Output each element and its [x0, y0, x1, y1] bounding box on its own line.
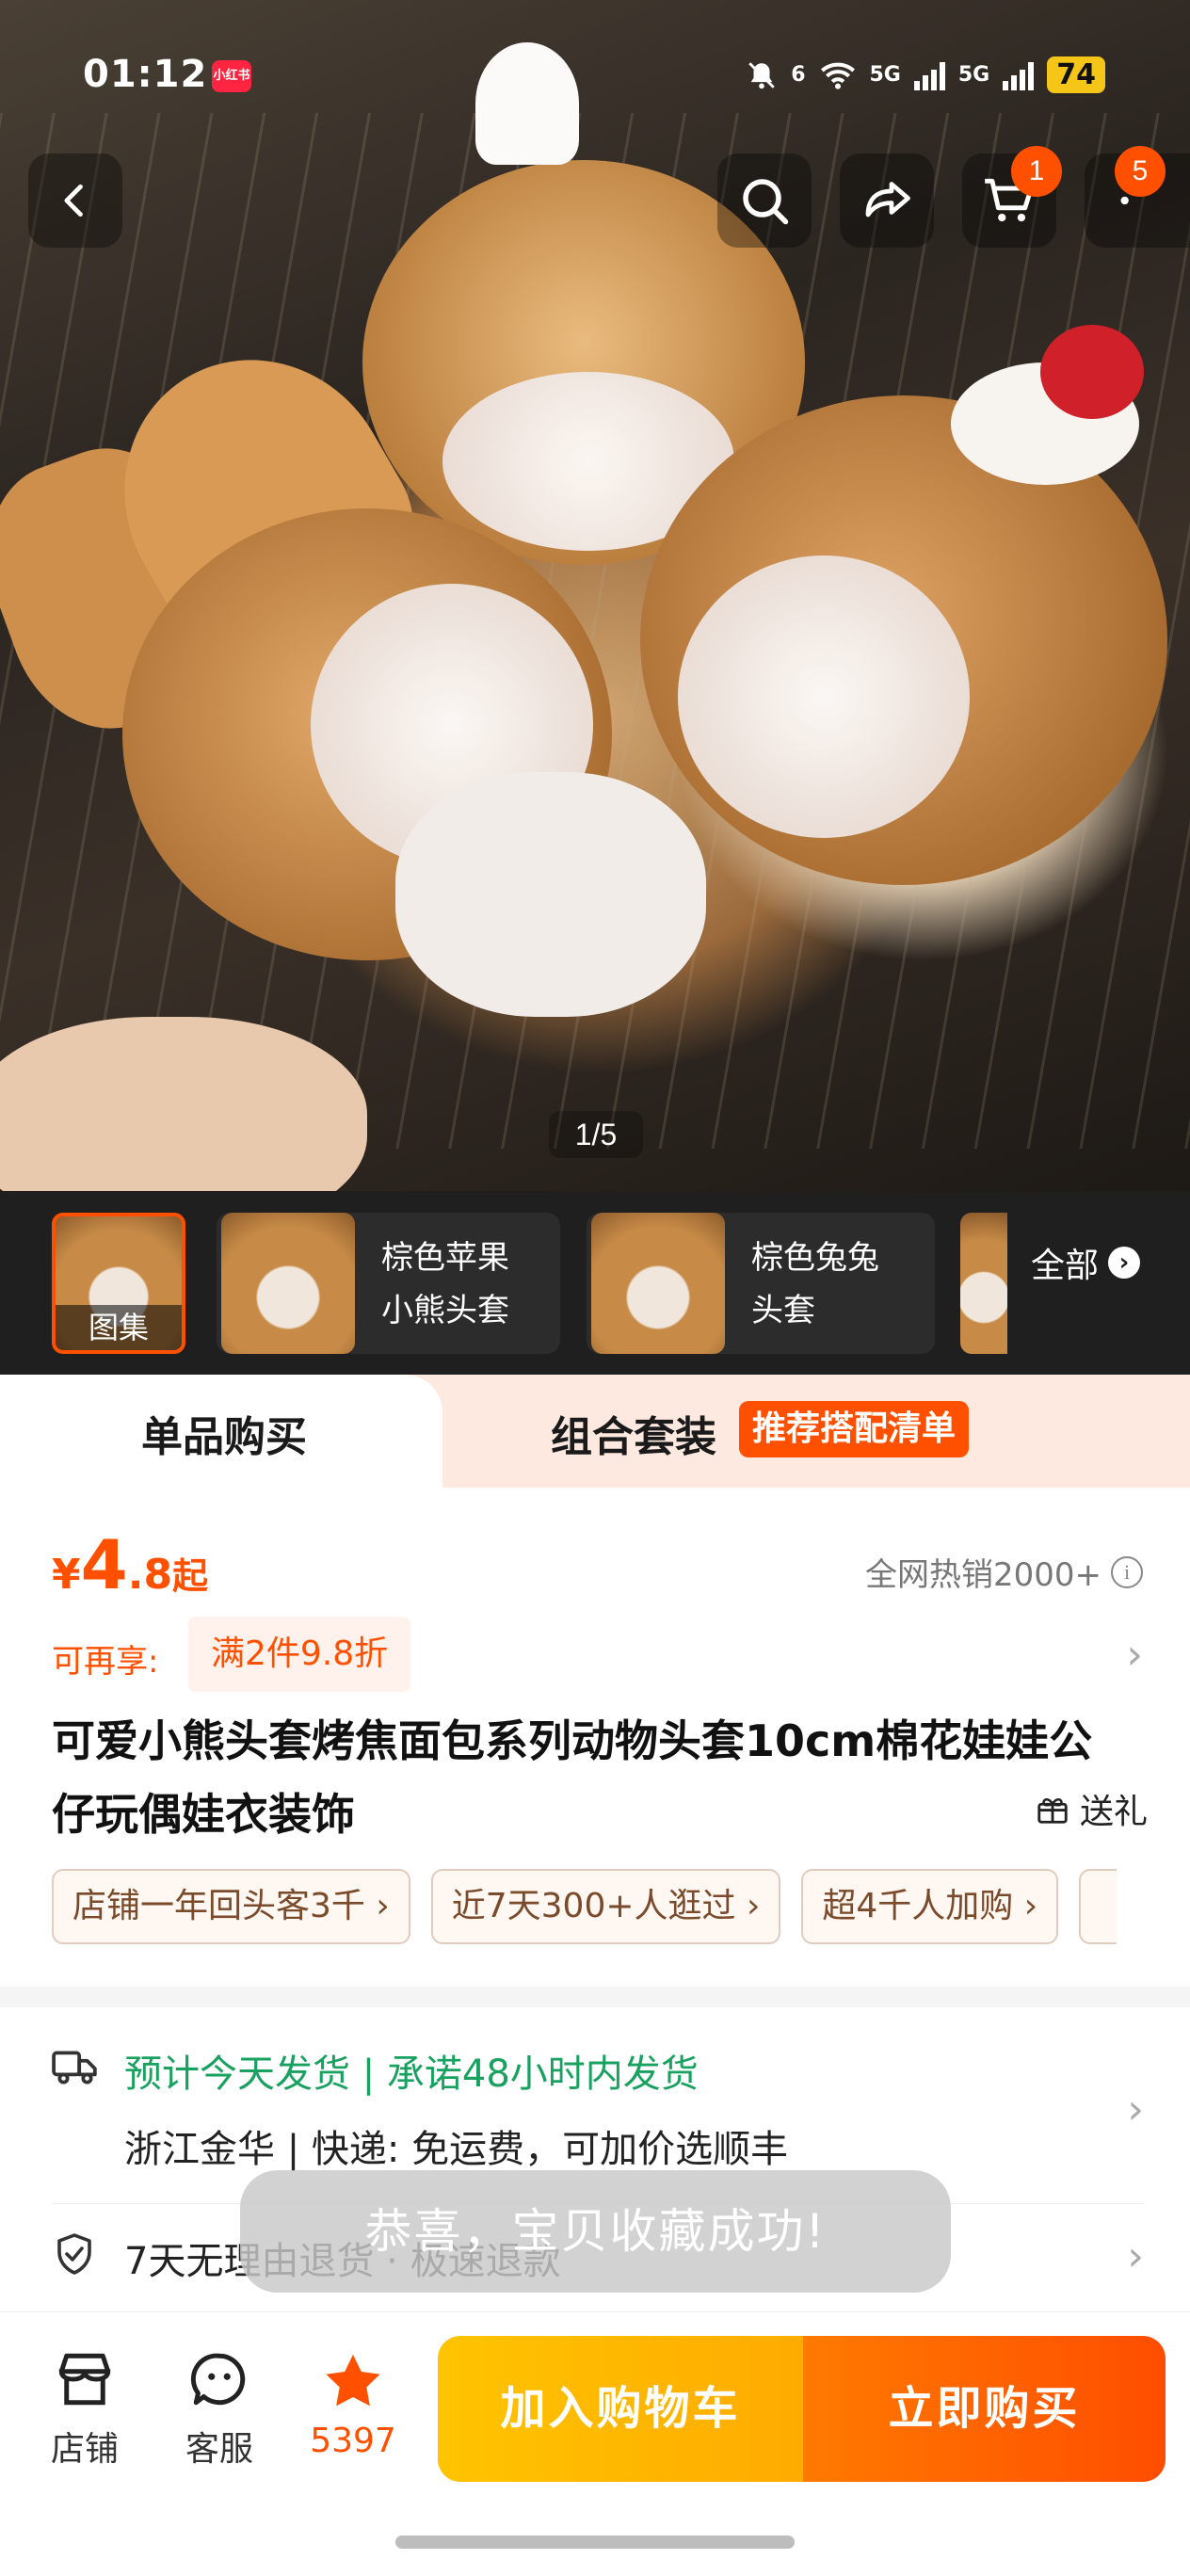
chip-recent-visitors[interactable]: 近7天300+人逛过 › — [430, 1869, 781, 1944]
more-button[interactable]: 5 — [1085, 146, 1190, 248]
tab-single-label: 单品购买 — [141, 1413, 307, 1461]
share-icon — [865, 182, 910, 217]
chip-cart-adds[interactable]: 超4千人加购 › — [801, 1869, 1059, 1944]
tab-combo-set[interactable]: 组合套装 — [551, 1403, 716, 1463]
plush-body — [395, 772, 706, 1017]
shop-label: 店铺 — [50, 2430, 119, 2469]
signal-icon-2 — [1003, 60, 1035, 90]
favorite-success-toast: 恭喜，宝贝收藏成功! — [240, 2170, 951, 2293]
back-arrow-icon — [64, 184, 83, 217]
signal-icon — [913, 60, 945, 90]
product-image[interactable]: 01:12 小红书 6 5G 5G 74 1 5 1/5 — [0, 0, 1190, 1191]
view-all-label: 全部 — [1031, 1247, 1100, 1285]
back-button[interactable] — [28, 153, 122, 248]
favorite-button[interactable]: 5397 — [301, 2350, 405, 2460]
shipping-origin-method: 浙江金华 | 快递: 免运费，可加价选顺丰 — [124, 2128, 789, 2171]
message-count-badge: 5 — [1115, 146, 1166, 197]
shipping-eta: 预计今天发货 | 承诺48小时内发货 — [124, 2053, 699, 2096]
section-divider — [0, 1987, 1190, 2007]
chevron-right-icon: › — [1127, 2232, 1144, 2280]
thumbnail-strip: 图集 棕色苹果 小熊头套 棕色兔兔 头套 全部 › — [0, 1191, 1190, 1375]
hand — [0, 1017, 367, 1191]
shield-check-icon — [57, 2233, 91, 2275]
image-pager: 1/5 — [549, 1111, 643, 1158]
thumb-gallery[interactable]: 图集 — [52, 1213, 185, 1354]
favorite-count: 5397 — [310, 2422, 396, 2460]
chevron-right-icon[interactable]: › — [1126, 1631, 1143, 1679]
battery-indicator: 74 — [1047, 56, 1105, 93]
price-decimal: .8 — [127, 1551, 173, 1599]
plush-bear-face — [678, 555, 970, 838]
customer-service-button[interactable]: 客服 — [168, 2350, 271, 2471]
variant-card-apple-bear[interactable]: 棕色苹果 小熊头套 — [217, 1213, 560, 1354]
price: ¥ 4 .8 起 — [52, 1525, 208, 1604]
tab-single-purchase[interactable]: 单品购买 — [0, 1375, 442, 1488]
bell-mute-icon — [748, 61, 775, 89]
recommended-list-tag[interactable]: 推荐搭配清单 — [739, 1401, 970, 1457]
cart-count-badge: 1 — [1011, 146, 1062, 197]
promo-label: 可再享: — [52, 1643, 159, 1681]
price-integer: 4 — [80, 1525, 128, 1604]
gift-button[interactable]: 送礼 — [1035, 1784, 1148, 1833]
view-all-button[interactable]: 全部 › — [1031, 1238, 1141, 1287]
star-filled-icon — [326, 2354, 380, 2407]
buy-now-button[interactable]: 立即购买 — [803, 2336, 1166, 2482]
variant-label-line2: 头套 — [751, 1292, 815, 1329]
variant-thumb-bunny — [591, 1213, 725, 1354]
chip-partial[interactable] — [1079, 1869, 1118, 1944]
network-label-3: 5G — [957, 63, 990, 87]
wifi-icon — [820, 62, 855, 89]
social-proof-chips: 店铺一年回头客3千 › 近7天300+人逛过 › 超4千人加购 › — [52, 1869, 1118, 1944]
chevron-right-icon: › — [1108, 1247, 1141, 1279]
variant-label-line2: 小熊头套 — [381, 1292, 509, 1329]
hot-sales-info[interactable]: 全网热销2000+ i — [865, 1549, 1143, 1595]
truck-icon — [52, 2051, 97, 2085]
gift-label: 送礼 — [1079, 1793, 1148, 1831]
share-button[interactable] — [840, 153, 934, 248]
variant-card-bunny[interactable]: 棕色兔兔 头套 — [587, 1213, 935, 1354]
search-button[interactable] — [717, 153, 812, 248]
cart-button[interactable]: 1 — [962, 146, 1062, 248]
thumb-gallery-caption: 图集 — [56, 1305, 182, 1350]
variant-label-line1: 棕色苹果 — [381, 1239, 509, 1277]
status-time: 01:12 — [83, 53, 208, 96]
purchase-mode-tabs: 单品购买 组合套装 推荐搭配清单 — [0, 1375, 1190, 1488]
shop-icon — [58, 2353, 111, 2406]
status-bar: 01:12 小红书 6 5G 5G 74 — [0, 47, 1190, 104]
app-badge: 小红书 — [212, 60, 251, 92]
variant-label-apple-bear: 棕色苹果 小熊头套 — [381, 1232, 509, 1337]
customer-service-label: 客服 — [185, 2430, 253, 2469]
variant-label-bunny: 棕色兔兔 头套 — [751, 1232, 879, 1337]
search-icon — [743, 179, 789, 225]
variant-label-line1: 棕色兔兔 — [751, 1239, 879, 1277]
price-suffix: 起 — [172, 1555, 209, 1597]
variant-thumb-partial[interactable] — [960, 1213, 1007, 1354]
chat-face-icon — [190, 2353, 246, 2406]
status-icons: 6 5G 5G 74 — [746, 56, 1105, 93]
home-indicator[interactable] — [395, 2536, 795, 2549]
chevron-right-icon: › — [1127, 2085, 1144, 2133]
variant-thumb-apple-bear — [221, 1213, 355, 1354]
chip-repeat-customers[interactable]: 店铺一年回头客3千 › — [52, 1869, 410, 1944]
price-currency: ¥ — [52, 1551, 81, 1599]
plush-apple — [1040, 325, 1144, 419]
promo-discount-chip[interactable]: 满2件9.8折 — [188, 1617, 411, 1692]
shop-button[interactable]: 店铺 — [33, 2350, 137, 2471]
hot-sales-label: 全网热销2000+ — [864, 1556, 1102, 1594]
network-label-2: 5G — [869, 63, 901, 87]
info-icon: i — [1111, 1555, 1143, 1588]
gift-icon — [1037, 1798, 1068, 1824]
product-title: 可爱小熊头套烤焦面包系列动物头套10cm棉花娃娃公仔玩偶娃衣装饰 — [52, 1715, 1093, 1840]
network-label-1: 6 — [791, 63, 806, 87]
add-to-cart-button[interactable]: 加入购物车 — [438, 2336, 803, 2482]
